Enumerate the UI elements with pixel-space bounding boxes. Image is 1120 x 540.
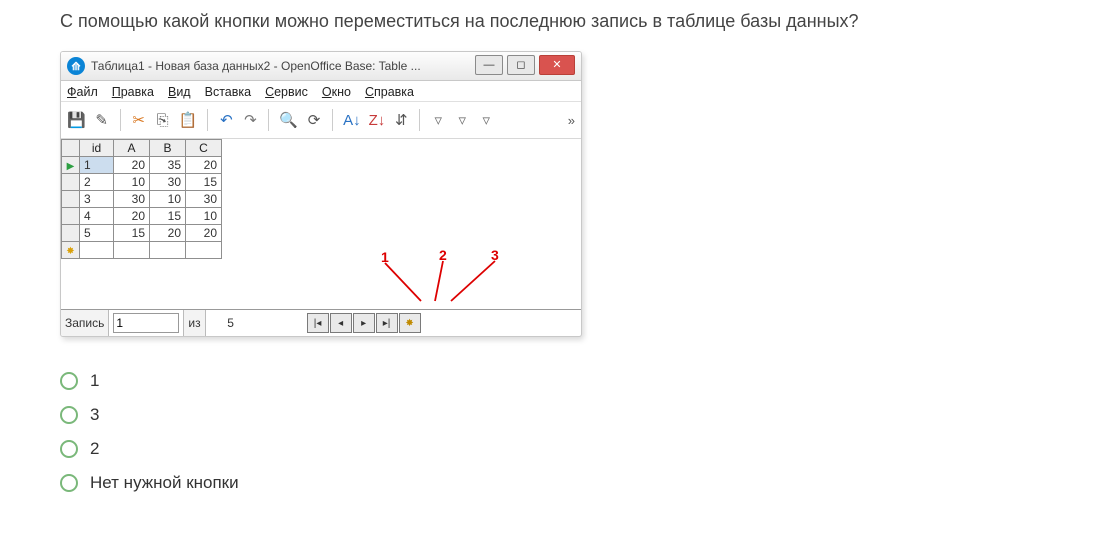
sort-asc-icon[interactable]: A↓ — [343, 112, 361, 129]
table-row[interactable]: 5152020 — [62, 225, 222, 242]
table-row[interactable]: 4201510 — [62, 208, 222, 225]
col-header-B[interactable]: B — [150, 140, 186, 157]
filter-icon[interactable]: ▿ — [430, 111, 446, 129]
cut-icon[interactable]: ✂ — [131, 111, 147, 129]
record-navigator: Запись из 5 |◂ ◂ ▸ ▸| ✸ — [61, 309, 581, 336]
menu-insert[interactable]: Вставка — [205, 85, 251, 99]
app-icon: ⟰ — [67, 57, 85, 75]
menu-file[interactable]: Файл — [67, 85, 98, 99]
radio-icon[interactable] — [60, 440, 78, 458]
answer-options: 1 3 2 Нет нужной кнопки — [60, 371, 1120, 493]
redo-icon[interactable]: ↷ — [242, 111, 258, 129]
table-row[interactable]: 3301030 — [62, 191, 222, 208]
paste-icon[interactable]: 📋 — [179, 111, 198, 129]
col-header-C[interactable]: C — [186, 140, 222, 157]
toolbar-overflow-icon[interactable]: » — [568, 113, 575, 128]
table-row[interactable]: 2103015 — [62, 174, 222, 191]
record-total: 5 — [206, 316, 256, 330]
nav-first-button[interactable]: |◂ — [307, 313, 329, 333]
table-row[interactable]: ▶ 1203520 — [62, 157, 222, 174]
copy-icon[interactable]: ⎘ — [155, 112, 171, 129]
menu-edit[interactable]: Правка — [112, 85, 154, 99]
binoculars-icon[interactable]: 🔍 — [279, 111, 298, 129]
radio-icon[interactable] — [60, 372, 78, 390]
sort-icon[interactable]: ⇵ — [393, 111, 409, 129]
edit-icon[interactable]: ✎ — [94, 111, 110, 129]
window-title: Таблица1 - Новая база данных2 - OpenOffi… — [91, 59, 421, 73]
annotation-arrows — [361, 251, 521, 309]
record-label: Запись — [61, 310, 109, 336]
new-row-icon: ✸ — [66, 246, 74, 257]
option-label: 2 — [90, 439, 99, 459]
option-4[interactable]: Нет нужной кнопки — [60, 473, 1120, 493]
filter3-icon[interactable]: ▿ — [478, 111, 494, 129]
col-header-A[interactable]: A — [114, 140, 150, 157]
col-header-id[interactable]: id — [80, 140, 114, 157]
row-header-blank — [62, 140, 80, 157]
option-label: 3 — [90, 405, 99, 425]
question-text: С помощью какой кнопки можно переместить… — [60, 10, 1120, 33]
undo-icon[interactable]: ↶ — [218, 111, 234, 129]
menu-view[interactable]: Вид — [168, 85, 191, 99]
data-table[interactable]: id A B C ▶ 1203520 2103015 3301030 42015… — [61, 139, 222, 259]
maximize-button[interactable]: ◻ — [507, 55, 535, 75]
option-2[interactable]: 3 — [60, 405, 1120, 425]
table-row[interactable]: ✸ — [62, 242, 222, 259]
option-label: Нет нужной кнопки — [90, 473, 239, 493]
option-label: 1 — [90, 371, 99, 391]
minimize-button[interactable]: — — [475, 55, 503, 75]
close-button[interactable]: ✕ — [539, 55, 575, 75]
menu-help[interactable]: Справка — [365, 85, 414, 99]
radio-icon[interactable] — [60, 406, 78, 424]
embedded-screenshot: ⟰ Таблица1 - Новая база данных2 - OpenOf… — [60, 51, 582, 337]
filter2-icon[interactable]: ▿ — [454, 111, 470, 129]
radio-icon[interactable] — [60, 474, 78, 492]
record-number-input[interactable] — [113, 313, 179, 333]
nav-prev-button[interactable]: ◂ — [330, 313, 352, 333]
option-1[interactable]: 1 — [60, 371, 1120, 391]
menu-bar: Файл Правка Вид Вставка Сервис Окно Спра… — [61, 81, 581, 102]
current-row-icon: ▶ — [67, 161, 75, 172]
save-icon[interactable]: 💾 — [67, 111, 86, 129]
window-titlebar: ⟰ Таблица1 - Новая база данных2 - OpenOf… — [61, 52, 581, 81]
nav-last-button[interactable]: ▸| — [376, 313, 398, 333]
option-3[interactable]: 2 — [60, 439, 1120, 459]
refresh-icon[interactable]: ⟳ — [306, 111, 322, 129]
menu-tools[interactable]: Сервис — [265, 85, 308, 99]
nav-new-button[interactable]: ✸ — [399, 313, 421, 333]
menu-window[interactable]: Окно — [322, 85, 351, 99]
record-of-label: из — [183, 310, 205, 336]
toolbar: 💾 ✎ ✂ ⎘ 📋 ↶ ↷ 🔍 ⟳ A↓ Z↓ ⇵ ▿ ▿ ▿ » — [61, 102, 581, 139]
nav-next-button[interactable]: ▸ — [353, 313, 375, 333]
sort-desc-icon[interactable]: Z↓ — [369, 112, 386, 129]
